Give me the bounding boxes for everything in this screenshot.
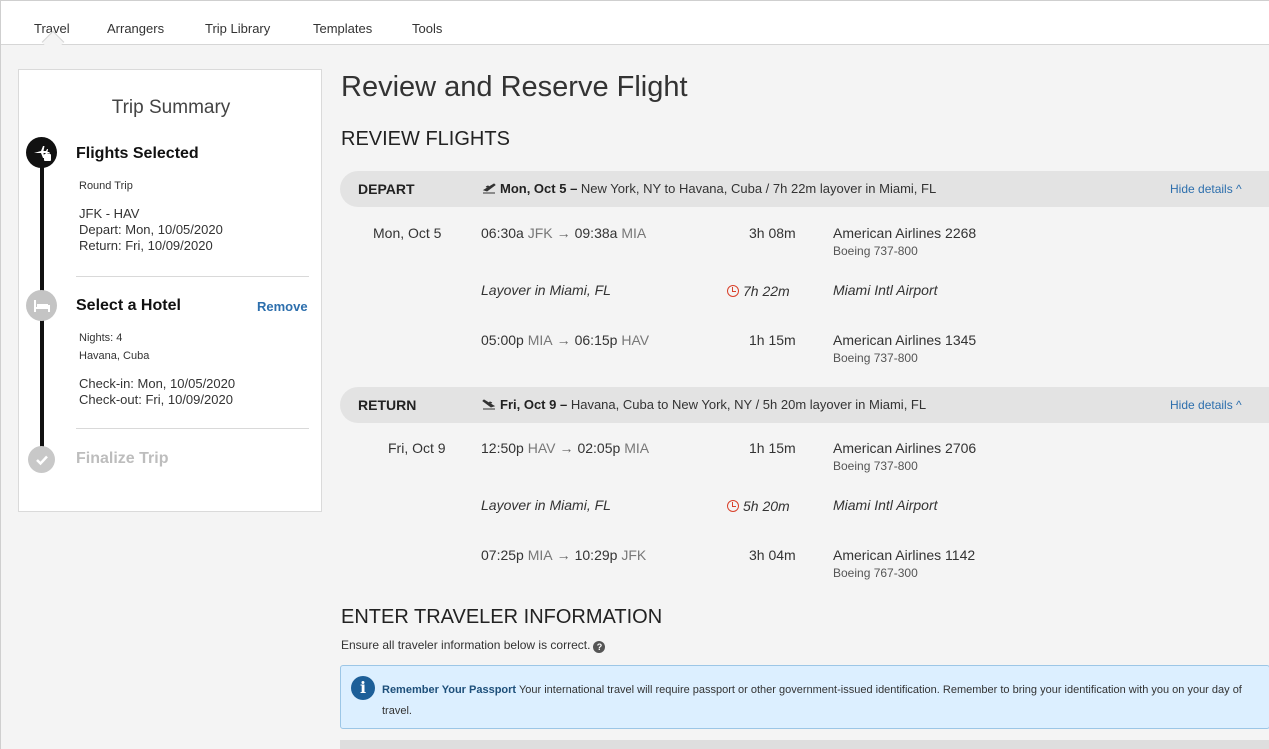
depart-leg1-duration: 3h 08m xyxy=(749,225,796,241)
return-layover-airport: Miami Intl Airport xyxy=(833,497,938,513)
hotel-nights: Nights: 4 xyxy=(79,332,123,344)
return-leg1-aircraft: Boeing 737-800 xyxy=(833,459,918,473)
depart-layover-airport: Miami Intl Airport xyxy=(833,282,938,298)
divider xyxy=(76,276,309,277)
tab-tools[interactable]: Tools xyxy=(412,21,442,36)
return-leg1-duration: 1h 15m xyxy=(749,440,796,456)
depart-leg2-airline: American Airlines 1345 xyxy=(833,332,977,348)
info-icon: i xyxy=(351,676,375,700)
depart-leg2-times: 05:00p MIA → 06:15p HAV xyxy=(481,332,650,348)
page-title: Review and Reserve Flight xyxy=(341,71,688,103)
return-leg2-duration: 3h 04m xyxy=(749,547,796,563)
depart-layover-text: Layover in Miami, FL xyxy=(481,282,611,298)
trip-summary-panel: Trip Summary Flights Selected Round Trip… xyxy=(18,69,322,512)
return-segment-header: RETURN Fri, Oct 9 – Havana, Cuba to New … xyxy=(340,387,1269,423)
plane-return-icon xyxy=(482,399,496,410)
hotel-city: Havana, Cuba xyxy=(79,350,150,362)
return-leg2-times: 07:25p MIA → 10:29p JFK xyxy=(481,547,647,563)
passport-info-text: Remember Your Passport Your internationa… xyxy=(382,684,1242,717)
return-leg2-aircraft: Boeing 767-300 xyxy=(833,566,918,580)
trip-route: JFK - HAV xyxy=(79,206,140,221)
dash: – xyxy=(566,181,581,196)
trip-depart-date: Depart: Mon, 10/05/2020 xyxy=(79,222,223,237)
return-label: RETURN xyxy=(358,397,417,413)
return-leg2-airline: American Airlines 1142 xyxy=(833,547,976,563)
depart-date: Mon, Oct 5 xyxy=(500,181,567,196)
return-summary: Fri, Oct 9 – Havana, Cuba to New York, N… xyxy=(482,397,926,412)
return-date: Fri, Oct 9 xyxy=(500,397,557,412)
return-layover-duration: 5h 20m xyxy=(727,498,790,514)
review-flights-title: REVIEW FLIGHTS xyxy=(341,128,510,150)
return-hide-details-link[interactable]: Hide details ^ xyxy=(1170,398,1242,412)
return-route: Havana, Cuba to New York, NY / 5h 20m la… xyxy=(570,397,927,412)
bed-icon xyxy=(26,290,57,321)
plane-depart-icon xyxy=(482,183,496,194)
depart-label: DEPART xyxy=(358,181,415,197)
hotel-checkin: Check-in: Mon, 10/05/2020 xyxy=(79,376,236,391)
tab-templates[interactable]: Templates xyxy=(313,21,372,36)
depart-hide-details-link[interactable]: Hide details ^ xyxy=(1170,182,1242,196)
depart-row-date: Mon, Oct 5 xyxy=(373,225,442,241)
trip-summary-title: Trip Summary xyxy=(111,97,231,118)
trip-return-date: Return: Fri, 10/09/2020 xyxy=(79,238,213,253)
check-icon xyxy=(28,446,55,473)
traveler-note: Ensure all traveler information below is… xyxy=(341,638,606,653)
plane-bag-icon xyxy=(26,137,57,168)
remove-hotel-link[interactable]: Remove xyxy=(257,299,308,314)
hotel-checkout: Check-out: Fri, 10/09/2020 xyxy=(79,392,233,407)
depart-segment-header: DEPART Mon, Oct 5 – New York, NY to Hava… xyxy=(340,171,1269,207)
dash: – xyxy=(556,397,571,412)
return-row-date: Fri, Oct 9 xyxy=(388,440,446,456)
passport-info-box: i Remember Your Passport Your internatio… xyxy=(340,665,1269,729)
depart-leg1-aircraft: Boeing 737-800 xyxy=(833,244,918,258)
depart-leg2-duration: 1h 15m xyxy=(749,332,796,348)
step-select-hotel: Select a Hotel xyxy=(76,297,181,314)
depart-leg2-aircraft: Boeing 737-800 xyxy=(833,351,918,365)
step-finalize-trip: Finalize Trip xyxy=(76,450,169,467)
depart-summary: Mon, Oct 5 – New York, NY to Havana, Cub… xyxy=(482,181,936,196)
tab-trip-library[interactable]: Trip Library xyxy=(205,21,270,36)
trip-type: Round Trip xyxy=(79,180,133,192)
tab-arrangers[interactable]: Arrangers xyxy=(107,21,164,36)
return-leg1-airline: American Airlines 2706 xyxy=(833,440,977,456)
divider xyxy=(76,428,309,429)
return-layover-text: Layover in Miami, FL xyxy=(481,497,611,513)
clock-icon xyxy=(727,285,739,297)
traveler-info-title: ENTER TRAVELER INFORMATION xyxy=(341,606,663,628)
depart-leg1-airline: American Airlines 2268 xyxy=(833,225,977,241)
depart-route: New York, NY to Havana, Cuba / 7h 22m la… xyxy=(580,181,937,196)
step-flights-selected: Flights Selected xyxy=(76,145,199,162)
top-nav: Travel Arrangers Trip Library Templates … xyxy=(1,1,1269,54)
help-icon[interactable]: ? xyxy=(593,641,606,653)
depart-layover-duration: 7h 22m xyxy=(727,283,790,299)
form-section-top xyxy=(340,740,1269,749)
return-leg1-times: 12:50p HAV → 02:05p MIA xyxy=(481,440,650,456)
clock-icon xyxy=(727,500,739,512)
depart-leg1-times: 06:30a JFK → 09:38a MIA xyxy=(481,225,647,241)
